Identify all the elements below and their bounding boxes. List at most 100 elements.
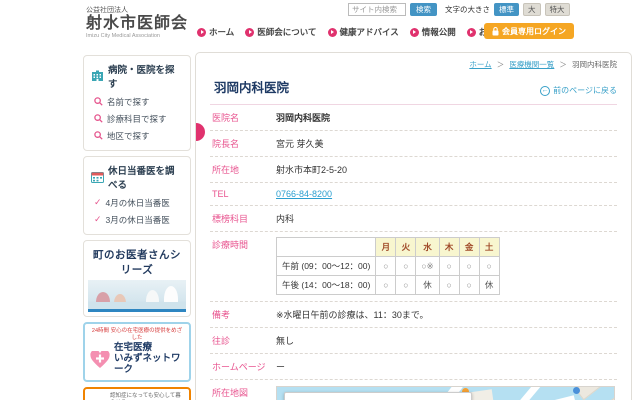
day-header: 水: [416, 238, 439, 257]
detail-label: 所在地: [212, 163, 276, 176]
homecare-tagline: 24時間 安心の在宅医療の提供をめざした: [90, 328, 184, 341]
breadcrumb-separator: ＞: [559, 60, 567, 69]
detail-value: 無し: [276, 334, 294, 347]
breadcrumb: ホーム ＞ 医療機関一覧 ＞ 羽岡内科医院: [210, 59, 617, 70]
detail-label: 往診: [212, 334, 276, 347]
sidebar-banner-town-doctor-series[interactable]: 町のお医者さんシリーズ: [83, 240, 191, 317]
detail-label: 標榜科目: [212, 212, 276, 225]
nav-arrow-icon: [328, 28, 337, 37]
day-header: 木: [439, 238, 459, 257]
back-arrow-icon: ←: [540, 86, 550, 96]
series-banner-photo: [88, 280, 186, 312]
detail-label: 医院名: [212, 111, 276, 124]
clinic-detail-panel: ホーム ＞ 医療機関一覧 ＞ 羽岡内科医院 羽岡内科医院 ← 前のページに戻る …: [195, 52, 632, 400]
detail-row-map: 所在地図 242 鮮魚店 場所の情報を読み込めませんでした: [210, 380, 617, 400]
schedule-cell: ○: [459, 276, 479, 295]
heart-icon: [90, 351, 110, 369]
detail-row-address: 所在地 射水市本町2-5-20: [210, 157, 617, 183]
schedule-table: 月 火 水 木 金 土 午前 (09：00～12：00) ○ ○ ○※ ○ ○ …: [276, 237, 500, 295]
nav-item-label: 健康アドバイス: [340, 26, 399, 38]
breadcrumb-home-link[interactable]: ホーム: [469, 60, 491, 69]
day-header: 金: [459, 238, 479, 257]
main-nav: ホーム 医師会について 健康アドバイス 情報公開 お知らせ: [197, 26, 513, 38]
detail-row-remarks: 備考 ※水曜日午前の診療は、11：30まで。: [210, 302, 617, 328]
detail-row-director-name: 院長名 宮元 芽久美: [210, 131, 617, 157]
font-size-standard-button[interactable]: 標準: [494, 3, 519, 16]
schedule-cell: ○: [439, 257, 459, 276]
detail-value: 羽岡内科医院: [276, 111, 330, 124]
site-search-input[interactable]: [348, 3, 406, 16]
search-icon: [94, 97, 103, 106]
nav-item-home[interactable]: ホーム: [197, 26, 234, 38]
org-type: 公益社団法人: [86, 5, 188, 15]
utility-bar: 検索 文字の大きさ 標準 大 特大: [348, 3, 570, 16]
sidebar-banner-homecare-network[interactable]: 24時間 安心の在宅医療の提供をめざした 在宅医療 いみずネットワーク: [83, 322, 191, 382]
member-login-button[interactable]: 会員専用ログイン: [484, 23, 574, 39]
site-logo[interactable]: 公益社団法人 射水市医師会 Imizu City Medical Associa…: [86, 5, 188, 39]
sidebar-search-box-title: 病院・医院を探す: [91, 62, 183, 90]
nav-item-label: 医師会について: [257, 26, 316, 38]
sidebar-banner-dementia-support[interactable]: ？ 認知症になっても安心して暮らせる まちづくりを目指して 認知症サポートナビ: [83, 387, 191, 400]
series-banner-title: 町のお医者さんシリーズ: [88, 245, 186, 280]
schedule-cell: ○: [376, 257, 396, 276]
detail-row-departments: 標榜科目 内科: [210, 206, 617, 232]
nav-item-about[interactable]: 医師会について: [245, 26, 316, 38]
sidebar-link-search-by-area[interactable]: 地区で探す: [91, 127, 183, 144]
schedule-cell: ○: [376, 276, 396, 295]
sidebar-search-box: 病院・医院を探す 名前で探す 診療科目で探す 地区で探す: [83, 55, 191, 151]
map-error-dialog: 場所の情報を読み込めませんでした: [284, 392, 472, 400]
site-search-button[interactable]: 検索: [410, 3, 437, 16]
schedule-time: 午前 (09：00～12：00): [277, 257, 376, 276]
title-row: 羽岡内科医院 ← 前のページに戻る: [210, 77, 617, 105]
day-header: 火: [396, 238, 416, 257]
page-title: 羽岡内科医院: [210, 77, 289, 96]
sidebar-link-search-by-department[interactable]: 診療科目で探す: [91, 110, 183, 127]
schedule-row-afternoon: 午後 (14：00～18：00) ○ ○ 休 ○ ○ 休: [277, 276, 500, 295]
org-name: 射水市医師会: [86, 15, 188, 33]
back-to-previous-link[interactable]: ← 前のページに戻る: [540, 85, 617, 96]
location-map[interactable]: 242 鮮魚店 場所の情報を読み込めませんでした: [276, 386, 615, 400]
nav-item-disclosure[interactable]: 情報公開: [410, 26, 456, 38]
detail-label: 備考: [212, 308, 276, 321]
day-header: 月: [376, 238, 396, 257]
dementia-tagline1: 認知症になっても安心して暮らせる: [110, 393, 184, 400]
font-size-xlarge-button[interactable]: 特大: [545, 3, 570, 16]
check-icon: ✓: [94, 197, 102, 208]
detail-row-clinic-name: 医院名 羽岡内科医院: [210, 105, 617, 131]
sidebar-link-duty-april[interactable]: ✓ 4月の休日当番医: [91, 194, 183, 211]
schedule-cell: ○: [459, 257, 479, 276]
detail-value: 宮元 芽久美: [276, 137, 324, 150]
homecare-line2: いみずネットワーク: [114, 354, 184, 376]
sidebar-duty-box-title: 休日当番医を調べる: [91, 163, 183, 191]
breadcrumb-separator: ＞: [497, 60, 505, 69]
detail-row-homepage: ホームページ ー: [210, 354, 617, 380]
back-link-label: 前のページに戻る: [553, 85, 617, 96]
title-accent-dot: [195, 123, 205, 141]
schedule-cell: ○: [396, 276, 416, 295]
search-icon: [94, 131, 103, 140]
detail-label: ホームページ: [212, 360, 276, 373]
tel-link[interactable]: 0766-84-8200: [276, 189, 332, 199]
schedule-cell: 休: [416, 276, 439, 295]
nav-item-label: 情報公開: [422, 26, 456, 38]
nav-arrow-icon: [467, 28, 476, 37]
detail-label: 院長名: [212, 137, 276, 150]
nav-item-health-advice[interactable]: 健康アドバイス: [328, 26, 399, 38]
member-login-label: 会員専用ログイン: [502, 26, 566, 37]
sidebar-link-duty-march[interactable]: ✓ 3月の休日当番医: [91, 211, 183, 228]
detail-value: 射水市本町2-5-20: [276, 163, 347, 176]
schedule-cell: ○: [396, 257, 416, 276]
schedule-time: 午後 (14：00～18：00): [277, 276, 376, 295]
schedule-cell: ○: [439, 276, 459, 295]
detail-value: ※水曜日午前の診療は、11：30まで。: [276, 308, 429, 321]
day-header: 土: [479, 238, 499, 257]
sidebar-link-search-by-name[interactable]: 名前で探す: [91, 93, 183, 110]
nav-item-label: ホーム: [209, 26, 234, 38]
schedule-cell: ○※: [416, 257, 439, 276]
site-header: 公益社団法人 射水市医師会 Imizu City Medical Associa…: [0, 0, 640, 50]
breadcrumb-clinic-list-link[interactable]: 医療機関一覧: [509, 60, 554, 69]
detail-label: 診療時間: [212, 238, 276, 251]
schedule-cell: ○: [479, 257, 499, 276]
detail-value: 内科: [276, 212, 294, 225]
font-size-large-button[interactable]: 大: [523, 3, 541, 16]
